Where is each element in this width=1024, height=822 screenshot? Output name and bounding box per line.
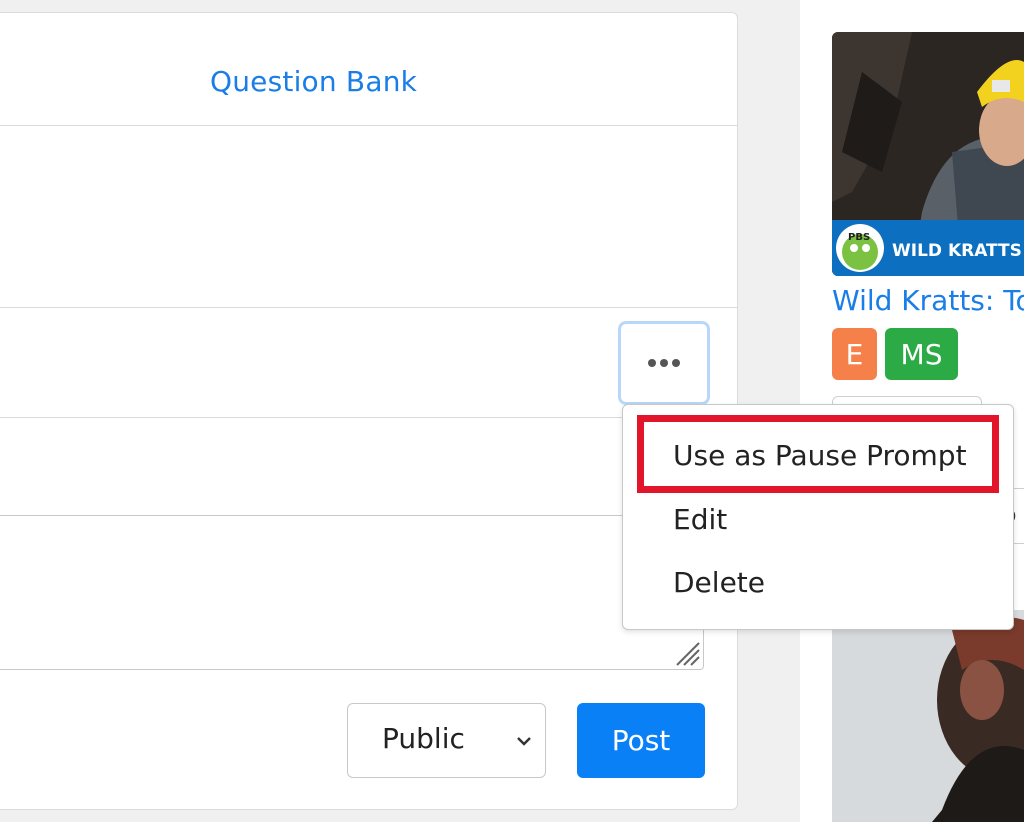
menu-item-use-as-pause-prompt[interactable]: Use as Pause Prompt [673,439,967,472]
grade-badge-e: E [832,328,877,380]
resize-handle-icon[interactable] [671,637,701,667]
menu-item-delete[interactable]: Delete [673,566,765,599]
thumb-show-title: WILD KRATTS [892,241,1022,261]
more-options-menu: Use as Pause Prompt Edit Delete [622,404,1014,630]
post-button[interactable]: Post [577,703,705,778]
pbs-kids-logo: PBS [848,232,870,243]
comment-textarea[interactable] [0,515,704,670]
more-options-button[interactable] [618,321,710,405]
ellipsis-icon [648,359,680,367]
visibility-select[interactable]: Public [347,703,546,778]
video-thumbnail[interactable]: PBS WILD KRATTS [832,32,1024,276]
chevron-down-icon [517,737,531,746]
divider [0,125,738,126]
divider [0,307,738,308]
grade-badge-ms: MS [885,328,958,380]
question-bank-link[interactable]: Question Bank [210,65,417,98]
visibility-selected-value: Public [382,722,465,755]
menu-item-edit[interactable]: Edit [673,503,727,536]
video-title-link[interactable]: Wild Kratts: To [832,284,1024,317]
video-thumbnail-2[interactable] [832,610,1024,822]
